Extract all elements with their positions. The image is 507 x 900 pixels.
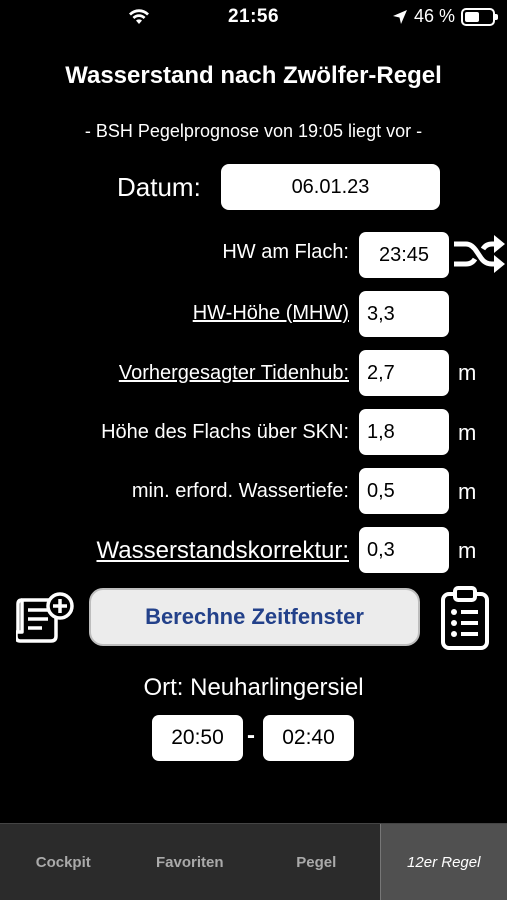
tab-favoriten[interactable]: Favoriten [127, 824, 254, 900]
calculate-window-button[interactable]: Berechne Zeitfenster [89, 588, 420, 646]
location-label: Ort: Neuharlingersiel [143, 674, 364, 701]
status-bar: 21:56 46 % [0, 0, 507, 34]
clipboard-list-icon[interactable] [440, 585, 490, 651]
tab-pegel[interactable]: Pegel [253, 824, 380, 900]
tab-cockpit[interactable]: Cockpit [0, 824, 127, 900]
window-start-time: 20:50 [152, 715, 243, 761]
hw-height-field[interactable]: 3,3 [359, 291, 449, 337]
page-title: Wasserstand nach Zwölfer-Regel [65, 62, 442, 89]
shoal-height-label: Höhe des Flachs über SKN: [101, 421, 349, 443]
correction-field[interactable]: 0,3 [359, 527, 449, 573]
correction-unit: m [458, 538, 477, 563]
add-to-list-icon[interactable] [16, 592, 74, 644]
date-field[interactable]: 06.01.23 [221, 164, 440, 210]
hw-label: HW am Flach: [222, 241, 349, 263]
battery-icon [461, 7, 498, 26]
tidal-range-field[interactable]: 2,7 [359, 350, 449, 396]
correction-link[interactable]: Wasserstandskorrektur: [96, 537, 349, 565]
tab-12er-regel[interactable]: 12er Regel [379, 824, 507, 900]
tab-bar: Cockpit Favoriten Pegel 12er Regel [0, 823, 507, 900]
time-separator: - [247, 722, 255, 749]
min-depth-label: min. erford. Wassertiefe: [131, 480, 349, 502]
window-end-time: 02:40 [263, 715, 354, 761]
tidal-range-unit: m [458, 360, 477, 385]
battery-percent: 46 % [413, 6, 455, 26]
shoal-height-field[interactable]: 1,8 [359, 409, 449, 455]
date-label: Datum: [117, 172, 201, 202]
location-arrow-icon [392, 9, 407, 24]
min-depth-unit: m [458, 479, 477, 504]
tidal-range-link[interactable]: Vorhergesagter Tidenhub: [119, 362, 349, 385]
shoal-height-unit: m [458, 420, 477, 445]
min-depth-field[interactable]: 0,5 [359, 468, 449, 514]
forecast-status: - BSH Pegelprognose von 19:05 liegt vor … [84, 121, 423, 141]
hw-height-link[interactable]: HW-Höhe (MHW) [193, 302, 349, 325]
hw-time-field[interactable]: 23:45 [359, 232, 449, 278]
shuffle-icon[interactable] [452, 232, 506, 276]
